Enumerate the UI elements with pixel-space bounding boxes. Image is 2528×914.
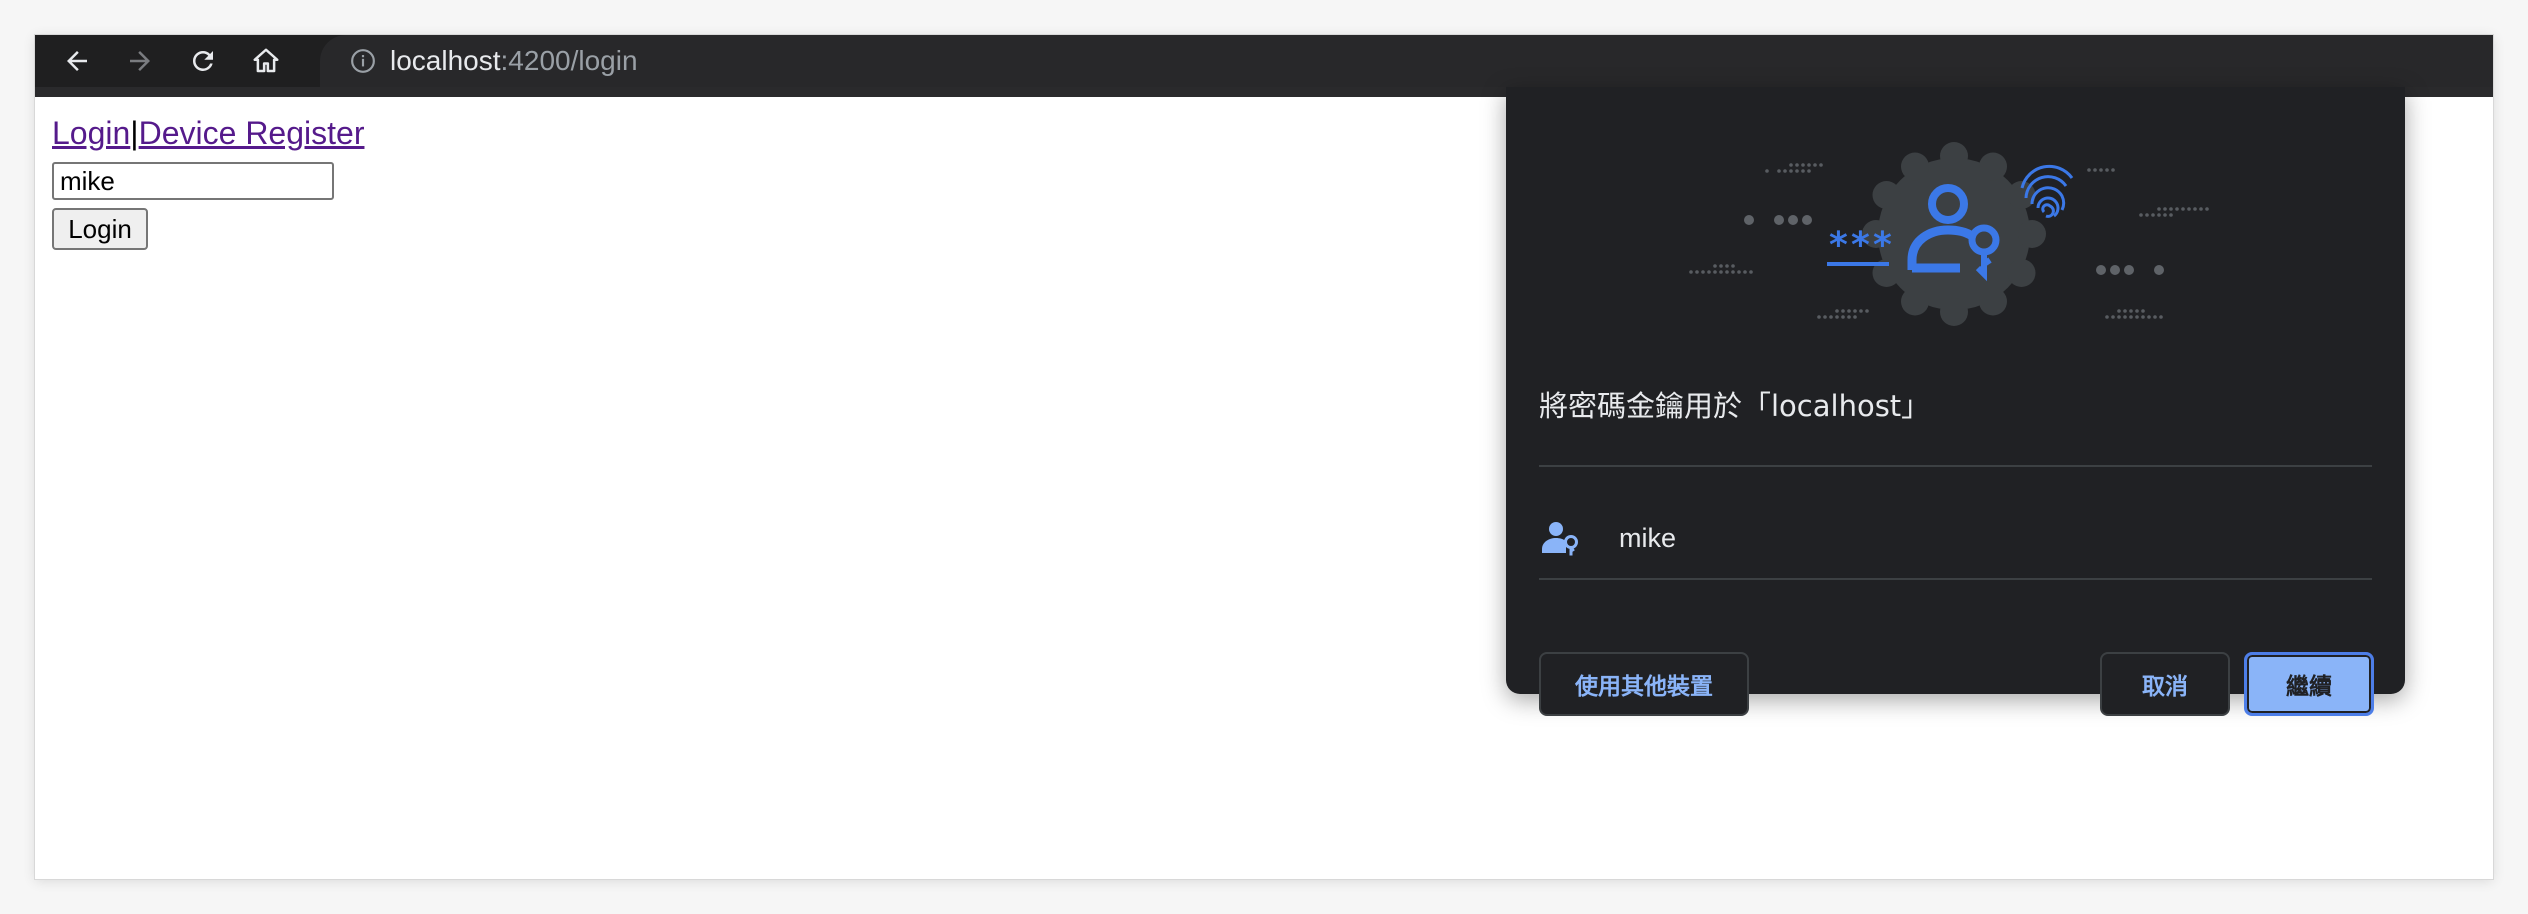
home-button[interactable]: [241, 35, 291, 87]
dialog-title: 將密碼金鑰用於「localhost」: [1539, 389, 1931, 423]
username-input[interactable]: [52, 162, 334, 200]
svg-text:*: *: [1829, 225, 1848, 266]
login-button[interactable]: Login: [52, 208, 148, 250]
browser-window: localhost:4200/login Login|Device Regist…: [35, 35, 2493, 879]
nav-separator: |: [130, 115, 139, 151]
passkey-user-icon: [1541, 520, 1581, 556]
login-link[interactable]: Login: [52, 115, 130, 151]
divider: [1539, 465, 2372, 467]
account-row[interactable]: mike: [1539, 498, 2372, 578]
divider: [1539, 578, 2372, 580]
device-register-link[interactable]: Device Register: [139, 115, 365, 151]
url-text[interactable]: localhost:4200/login: [390, 45, 638, 77]
passkey-dialog: * * * 將密碼金鑰用於「localhost」 mike 使用其他裝置 取消 …: [1506, 87, 2405, 716]
reload-button[interactable]: [178, 35, 228, 87]
forward-icon: [125, 46, 155, 76]
reload-icon: [188, 46, 218, 76]
svg-text:*: *: [1873, 225, 1892, 266]
back-icon: [62, 46, 92, 76]
page-nav: Login|Device Register: [52, 113, 364, 153]
use-other-device-button[interactable]: 使用其他裝置: [1539, 652, 1749, 716]
home-icon: [251, 46, 281, 76]
info-icon[interactable]: [350, 48, 376, 74]
url-host: localhost: [390, 45, 501, 76]
back-button[interactable]: [52, 35, 102, 87]
url-path: :4200/login: [500, 45, 638, 76]
svg-text:*: *: [1851, 225, 1870, 266]
cancel-button[interactable]: 取消: [2100, 652, 2230, 716]
forward-button[interactable]: [115, 35, 165, 87]
account-name: mike: [1619, 523, 1677, 553]
address-bar[interactable]: localhost:4200/login: [320, 35, 2493, 87]
continue-button[interactable]: 繼續: [2244, 652, 2374, 716]
passkey-illustration: * * *: [1671, 142, 2241, 332]
